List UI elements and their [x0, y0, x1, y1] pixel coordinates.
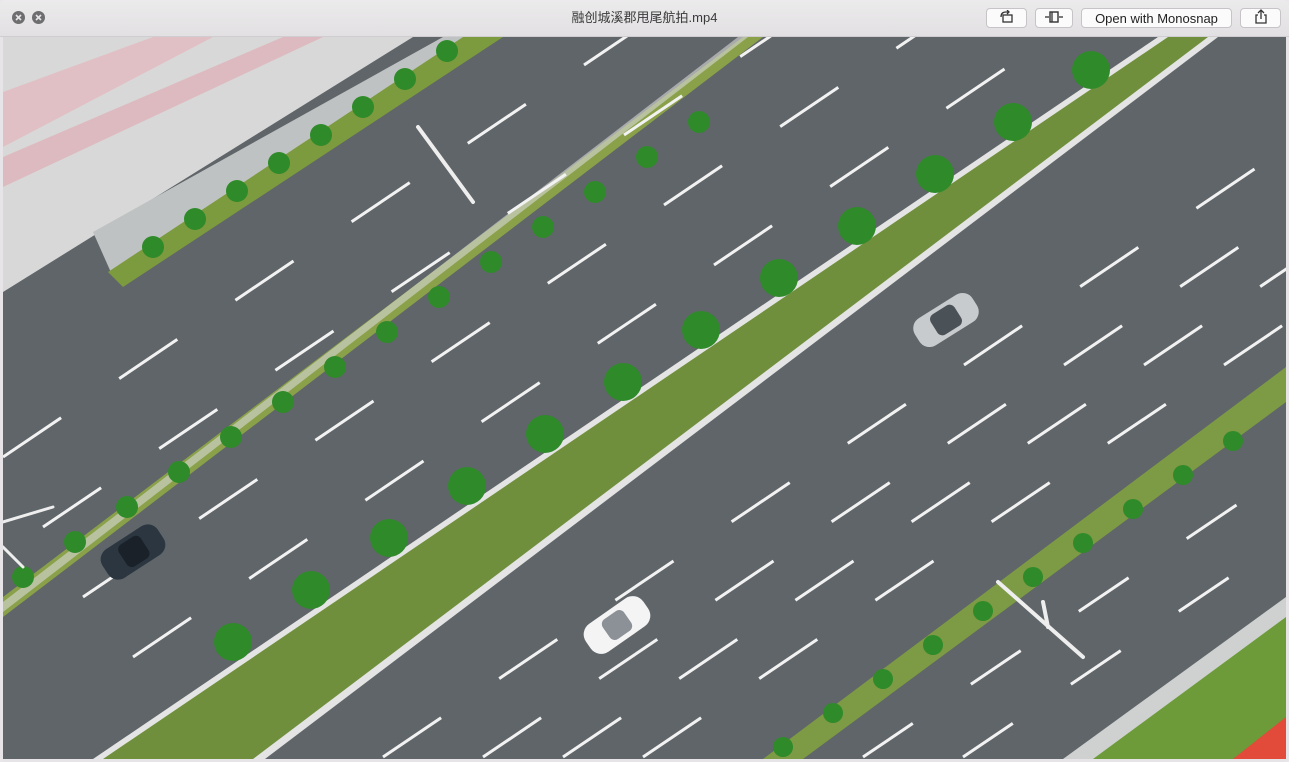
title-bar: 融创城溪郡甩尾航拍.mp4 Open with Monosnap	[0, 0, 1289, 37]
open-with-label: Open with Monosnap	[1095, 10, 1218, 26]
tree	[1123, 499, 1143, 519]
tree	[12, 566, 34, 588]
tree	[994, 103, 1032, 141]
trim-button[interactable]	[1035, 8, 1073, 28]
tree	[168, 461, 190, 483]
quicklook-window: 融创城溪郡甩尾航拍.mp4 Open with Monosnap	[0, 0, 1289, 762]
tree	[352, 96, 374, 118]
rotate-button[interactable]	[986, 8, 1027, 28]
tree	[268, 152, 290, 174]
tree	[324, 356, 346, 378]
tree	[116, 496, 138, 518]
tree	[310, 124, 332, 146]
fullscreen-icon	[32, 11, 45, 24]
tree	[636, 146, 658, 168]
tree	[760, 259, 798, 297]
tree	[226, 180, 248, 202]
tree	[272, 391, 294, 413]
rotate-icon	[998, 9, 1016, 27]
tree	[773, 737, 793, 757]
tree	[916, 155, 954, 193]
tree	[220, 426, 242, 448]
tree	[142, 236, 164, 258]
fullscreen-button[interactable]	[32, 11, 45, 24]
tree	[682, 311, 720, 349]
tree	[604, 363, 642, 401]
tree	[448, 467, 486, 505]
tree	[526, 415, 564, 453]
tree	[584, 181, 606, 203]
tree	[394, 68, 416, 90]
tree	[292, 571, 330, 609]
tree	[184, 208, 206, 230]
tree	[1073, 533, 1093, 553]
tree	[873, 669, 893, 689]
tree	[436, 40, 458, 62]
tree	[973, 601, 993, 621]
tree	[823, 703, 843, 723]
tree	[923, 635, 943, 655]
share-icon	[1254, 9, 1268, 27]
share-button[interactable]	[1240, 8, 1281, 28]
aerial-road-frame	[3, 37, 1286, 759]
close-icon	[12, 11, 25, 24]
tree	[688, 111, 710, 133]
tree	[1223, 431, 1243, 451]
tree	[376, 321, 398, 343]
tree	[838, 207, 876, 245]
tree	[64, 531, 86, 553]
trim-icon	[1044, 10, 1064, 27]
tree	[480, 251, 502, 273]
close-button[interactable]	[12, 11, 25, 24]
tree	[370, 519, 408, 557]
tree	[1023, 567, 1043, 587]
tree	[1072, 51, 1110, 89]
video-preview[interactable]	[3, 37, 1286, 759]
tree	[214, 623, 252, 661]
tree	[1173, 465, 1193, 485]
open-with-monosnap-button[interactable]: Open with Monosnap	[1081, 8, 1232, 28]
tree	[532, 216, 554, 238]
tree	[428, 286, 450, 308]
